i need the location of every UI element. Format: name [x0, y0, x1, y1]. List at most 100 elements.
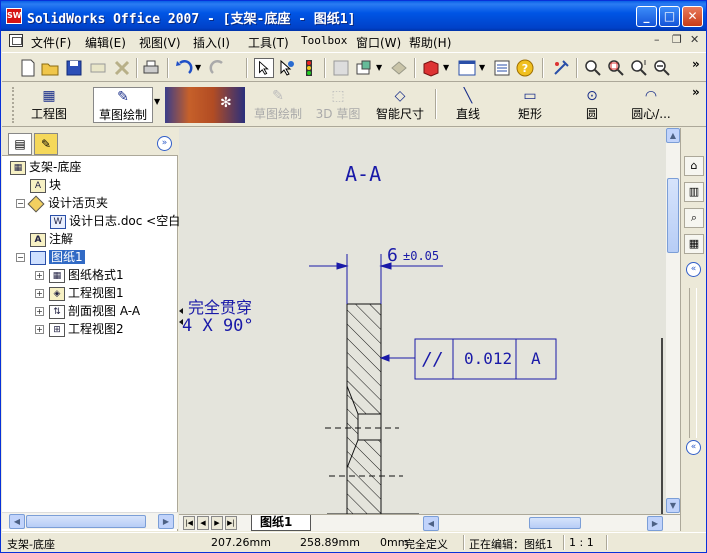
tree-collapse-toggle[interactable]: − — [16, 199, 25, 208]
tree-expand-toggle[interactable]: + — [35, 271, 44, 280]
menu-tools[interactable]: 工具(T) — [248, 34, 289, 51]
tree-item-block[interactable]: A块 — [30, 176, 61, 194]
mdi-restore-button[interactable]: ❐ — [672, 33, 682, 46]
home-icon[interactable]: ⌂ — [684, 156, 704, 176]
vertical-scroll-thumb[interactable] — [667, 178, 679, 253]
first-sheet-button[interactable]: |◀ — [183, 516, 195, 530]
zoom-fit-icon[interactable] — [583, 58, 603, 78]
section-title[interactable]: A-A — [345, 162, 381, 186]
maximize-button[interactable]: □ — [659, 6, 680, 27]
print-setup-icon[interactable] — [88, 58, 108, 78]
options-icon[interactable] — [492, 58, 512, 78]
menu-edit[interactable]: 编辑(E) — [85, 34, 126, 51]
rectangle-button[interactable]: ▭ 矩形 — [512, 87, 548, 123]
solidworks-app-icon[interactable]: SW — [6, 8, 22, 24]
zoom-area-icon[interactable] — [606, 58, 626, 78]
zoom-in-out-icon[interactable] — [629, 58, 649, 78]
scroll-left-button[interactable]: ◀ — [9, 514, 25, 529]
sketch-disabled-button[interactable]: ✎ 草图绘制 — [250, 87, 306, 123]
new-icon[interactable] — [18, 58, 38, 78]
save-icon[interactable] — [64, 58, 84, 78]
layer-dropdown-icon[interactable]: ▼ — [376, 63, 382, 72]
sheet-tab-1[interactable]: 图纸1 — [251, 515, 311, 531]
smart-dimension-button[interactable]: ◇ 智能尺寸 — [372, 87, 428, 123]
tree-item-annotations[interactable]: A 注解 — [30, 230, 73, 248]
dimension-value[interactable]: 6 — [387, 245, 398, 266]
mdi-close-button[interactable]: ✕ — [690, 33, 699, 46]
file-explorer-icon[interactable]: ⌕ — [684, 208, 704, 228]
menu-insert[interactable]: 插入(I) — [193, 34, 230, 51]
hide-icon[interactable] — [389, 58, 409, 78]
tree-collapse-toggle[interactable]: − — [16, 253, 25, 262]
tab-feature-manager[interactable]: ▤ — [8, 133, 32, 155]
circle-button[interactable]: ⊙ 圆 — [577, 87, 607, 123]
panel-collapse-icon[interactable]: » — [157, 136, 172, 151]
section-part[interactable] — [346, 303, 382, 514]
dimension-tolerance[interactable]: ±0.05 — [403, 249, 439, 263]
scroll-thumb[interactable] — [26, 515, 146, 528]
undo-icon[interactable] — [174, 58, 194, 78]
task-pane-collapse-icon[interactable]: « — [686, 440, 701, 455]
scroll-right-button[interactable]: ▶ — [158, 514, 174, 529]
select-other-icon[interactable] — [276, 58, 296, 78]
menu-help[interactable]: 帮助(H) — [409, 34, 451, 51]
hole-note-line2[interactable]: 4 X 90° — [182, 316, 254, 336]
tree-expand-toggle[interactable]: + — [35, 289, 44, 298]
tree-item-sheet-format[interactable]: ▦ 图纸格式1 — [49, 266, 124, 284]
drawing-horizontal-scrollbar[interactable]: ◀ ▶ — [419, 515, 663, 531]
tree-item-drawing-view2[interactable]: ⊞ 工程视图2 — [49, 320, 124, 338]
scroll-left-button[interactable]: ◀ — [423, 516, 439, 531]
task-pane-expand-icon[interactable]: « — [686, 262, 701, 277]
menu-toolbox[interactable]: Toolbox — [301, 34, 347, 47]
publish-icon[interactable] — [112, 58, 132, 78]
view-palette-icon[interactable] — [457, 58, 477, 78]
layer-icon[interactable] — [354, 58, 374, 78]
view-dropdown-icon[interactable]: ▼ — [479, 63, 485, 72]
horizontal-scroll-thumb[interactable] — [529, 517, 581, 529]
tree-item-drawing-view1[interactable]: ◈ 工程视图1 — [49, 284, 124, 302]
help-icon[interactable]: ? — [515, 58, 535, 78]
tab-sketch[interactable]: ✎ 草图绘制 — [93, 87, 153, 123]
command-overflow-icon[interactable]: » — [692, 85, 700, 99]
print-icon[interactable] — [141, 58, 161, 78]
tab-property-manager[interactable]: ✎ — [34, 133, 58, 155]
mdi-minimize-button[interactable]: – — [654, 33, 660, 46]
tree-expand-toggle[interactable]: + — [35, 307, 44, 316]
redo-icon[interactable] — [208, 58, 228, 78]
scroll-down-button[interactable]: ▼ — [666, 498, 680, 513]
tree-root[interactable]: ▦ 支架-底座 — [10, 158, 81, 176]
design-library-icon[interactable]: ▥ — [684, 182, 704, 202]
document-control-icon[interactable] — [9, 34, 23, 47]
rebuild-icon[interactable] — [551, 58, 571, 78]
sketch-dropdown-icon[interactable]: ▼ — [154, 97, 160, 106]
hole-note-line1[interactable]: 完全贯穿 — [188, 294, 252, 318]
grid-icon[interactable] — [331, 58, 351, 78]
tree-item-section-view[interactable]: ⇅ 剖面视图 A-A — [49, 302, 140, 320]
3d-sketch-button[interactable]: ⬚ 3D 草图 — [314, 87, 362, 123]
drawing-vertical-scrollbar[interactable]: ▲ ▼ — [666, 128, 680, 514]
scroll-right-button[interactable]: ▶ — [647, 516, 663, 531]
undo-dropdown-icon[interactable]: ▼ — [195, 63, 201, 72]
title-bar[interactable]: SW SolidWorks Office 2007 - [支架-底座 - 图纸1… — [1, 1, 706, 31]
minimize-button[interactable]: _ — [636, 6, 657, 27]
menu-file[interactable]: 文件(F) — [31, 34, 71, 51]
tree-item-design-binder[interactable]: 设计活页夹 — [27, 194, 108, 212]
scroll-up-button[interactable]: ▲ — [666, 128, 680, 143]
tree-horizontal-scrollbar[interactable]: ◀ ▶ — [2, 512, 178, 529]
close-button[interactable]: ✕ — [682, 6, 703, 27]
drawing-canvas[interactable]: A-A 6 ±0.05 完全贯穿 4 X 90° // 0.012 A — [179, 128, 666, 514]
center-arc-button[interactable]: ◠ 圆心/... — [626, 87, 676, 123]
menu-window[interactable]: 窗口(W) — [356, 34, 401, 51]
3d-dropdown-icon[interactable]: ▼ — [443, 63, 449, 72]
toolbar-grip[interactable] — [12, 87, 16, 123]
tree-item-sheet1[interactable]: 图纸1 — [30, 248, 85, 266]
select-icon[interactable] — [254, 58, 274, 78]
line-button[interactable]: ╲ 直线 — [450, 87, 486, 123]
last-sheet-button[interactable]: ▶| — [225, 516, 237, 530]
3d-box-icon[interactable] — [421, 58, 441, 78]
tab-drawing[interactable]: ▦ 工程图 — [26, 87, 72, 123]
view-palette-pane-icon[interactable]: ▦ — [684, 234, 704, 254]
status-scale[interactable]: 1 : 1 — [569, 536, 594, 549]
open-icon[interactable] — [40, 58, 60, 78]
tree-item-design-log[interactable]: W 设计日志.doc <空白 — [50, 212, 180, 230]
